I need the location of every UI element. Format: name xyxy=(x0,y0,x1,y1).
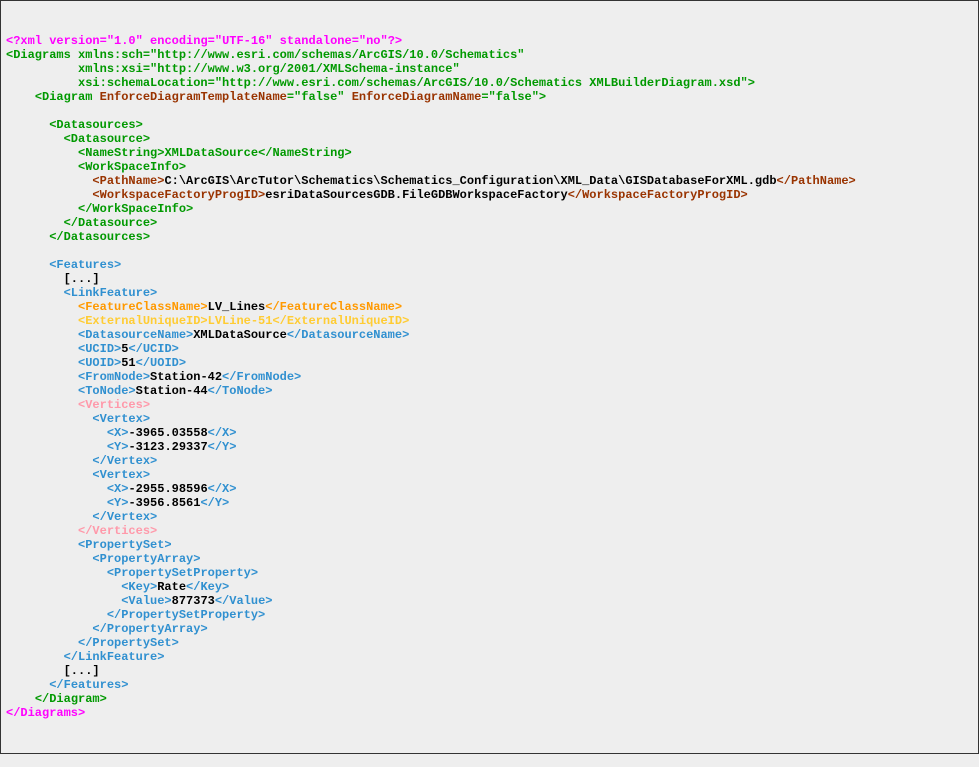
vertex1-x: <X>-3965.03558</X> xyxy=(6,426,236,440)
propertyarray-open: <PropertyArray> xyxy=(6,552,200,566)
propertyset-open: <PropertySet> xyxy=(6,538,172,552)
vertex1-y: <Y>-3123.29337</Y> xyxy=(6,440,236,454)
propertyarray-close: </PropertyArray> xyxy=(6,622,208,636)
diagrams-open: <Diagrams xmlns:sch="http://www.esri.com… xyxy=(6,48,525,62)
propertysetproperty-close: </PropertySetProperty> xyxy=(6,608,265,622)
diagrams-close: </Diagrams> xyxy=(6,706,85,720)
propertyset-close: </PropertySet> xyxy=(6,636,179,650)
vertex2-x: <X>-2955.98596</X> xyxy=(6,482,236,496)
datasources-close: </Datasources> xyxy=(6,230,150,244)
vertex2-close: </Vertex> xyxy=(6,510,157,524)
workspacefactoryprogid: <WorkspaceFactoryProgID>esriDataSourcesG… xyxy=(6,188,748,202)
namestring: <NameString>XMLDataSource</NameString> xyxy=(6,146,352,160)
ellipsis-2: [...] xyxy=(6,664,100,678)
value: <Value>877373</Value> xyxy=(6,594,272,608)
uoid: <UOID>51</UOID> xyxy=(6,356,186,370)
linkfeature-open: <LinkFeature> xyxy=(6,286,157,300)
vertex2-y: <Y>-3956.8561</Y> xyxy=(6,496,229,510)
ellipsis-1: [...] xyxy=(6,272,100,286)
vertex1-open: <Vertex> xyxy=(6,412,150,426)
fromnode: <FromNode>Station-42</FromNode> xyxy=(6,370,301,384)
externaluniqueid: <ExternalUniqueID>LVLine-51</ExternalUni… xyxy=(6,314,409,328)
xml-code-document: <?xml version="1.0" encoding="UTF-16" st… xyxy=(1,29,978,725)
diagrams-schemaloc: xsi:schemaLocation="http://www.esri.com/… xyxy=(6,76,755,90)
diagram-open: <Diagram EnforceDiagramTemplateName="fal… xyxy=(6,90,546,104)
datasource-open: <Datasource> xyxy=(6,132,150,146)
datasourcename: <DatasourceName>XMLDataSource</Datasourc… xyxy=(6,328,409,342)
diagrams-xsi: xmlns:xsi="http://www.w3.org/2001/XMLSch… xyxy=(6,62,460,76)
vertex1-close: </Vertex> xyxy=(6,454,157,468)
xml-declaration: <?xml version="1.0" encoding="UTF-16" st… xyxy=(6,34,402,48)
features-close: </Features> xyxy=(6,678,128,692)
datasources-open: <Datasources> xyxy=(6,118,143,132)
key: <Key>Rate</Key> xyxy=(6,580,229,594)
workspaceinfo-open: <WorkSpaceInfo> xyxy=(6,160,186,174)
workspaceinfo-close: </WorkSpaceInfo> xyxy=(6,202,193,216)
vertices-open: <Vertices> xyxy=(6,398,150,412)
propertysetproperty-open: <PropertySetProperty> xyxy=(6,566,258,580)
ucid: <UCID>5</UCID> xyxy=(6,342,179,356)
linkfeature-close: </LinkFeature> xyxy=(6,650,164,664)
pathname: <PathName>C:\ArcGIS\ArcTutor\Schematics\… xyxy=(6,174,856,188)
featureclassname: <FeatureClassName>LV_Lines</FeatureClass… xyxy=(6,300,402,314)
vertices-close: </Vertices> xyxy=(6,524,157,538)
diagram-close: </Diagram> xyxy=(6,692,107,706)
features-open: <Features> xyxy=(6,258,121,272)
tonode: <ToNode>Station-44</ToNode> xyxy=(6,384,272,398)
datasource-close: </Datasource> xyxy=(6,216,157,230)
vertex2-open: <Vertex> xyxy=(6,468,150,482)
